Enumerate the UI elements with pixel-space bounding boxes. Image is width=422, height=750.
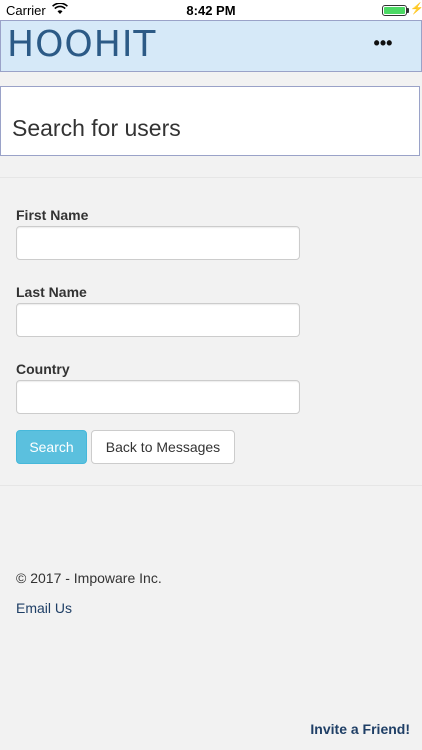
divider	[0, 177, 422, 178]
first-name-label: First Name	[16, 207, 89, 223]
menu-toggle-button[interactable]: •••	[373, 34, 393, 52]
last-name-label: Last Name	[16, 284, 87, 300]
battery-tip	[407, 8, 409, 13]
page-header: Search for users	[0, 86, 420, 156]
invite-friend-link[interactable]: Invite a Friend!	[310, 721, 410, 737]
search-button[interactable]: Search	[16, 430, 87, 464]
last-name-input[interactable]	[16, 303, 300, 337]
email-us-link[interactable]: Email Us	[16, 600, 72, 616]
copyright-text: © 2017 - Impoware Inc.	[16, 570, 162, 586]
clock: 8:42 PM	[186, 3, 236, 18]
charging-icon: ⚡	[410, 3, 422, 15]
country-input[interactable]	[16, 380, 300, 414]
back-to-messages-button[interactable]: Back to Messages	[91, 430, 235, 464]
country-label: Country	[16, 361, 70, 377]
divider	[0, 485, 422, 486]
page-title: Search for users	[12, 115, 181, 141]
first-name-input[interactable]	[16, 226, 300, 260]
hoohit-logo[interactable]: HOOHIT	[7, 25, 156, 65]
navbar: HOOHIT •••	[0, 20, 422, 72]
status-bar: Carrier 8:42 PM ⚡	[0, 0, 422, 20]
battery-icon	[382, 5, 407, 16]
